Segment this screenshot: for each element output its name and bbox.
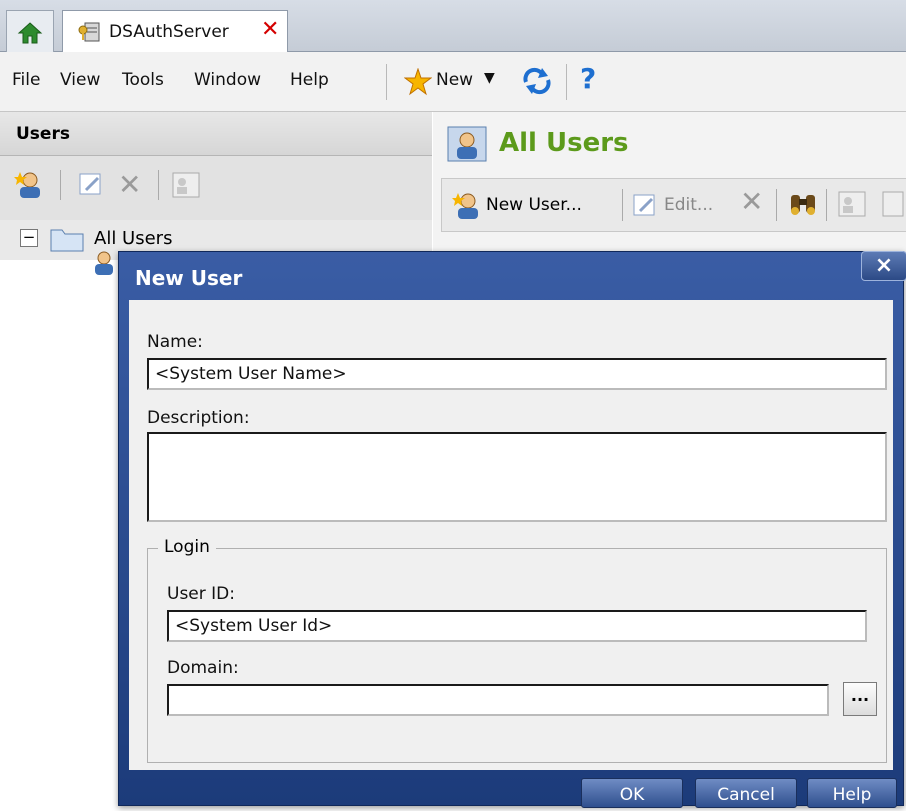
help-question-icon[interactable]: ? <box>580 62 596 95</box>
domain-field[interactable] <box>167 684 829 716</box>
properties-icon[interactable] <box>172 172 200 198</box>
content-toolbar: New User... Edit... ✕ <box>441 178 906 232</box>
new-dropdown-button[interactable]: New ▼ <box>404 64 512 100</box>
properties-icon[interactable] <box>838 191 866 217</box>
description-field[interactable] <box>147 432 887 522</box>
user-id-label: User ID: <box>167 584 235 604</box>
toolbar-separator <box>826 189 827 221</box>
delete-icon[interactable]: ✕ <box>740 185 763 218</box>
toolbar-separator <box>158 170 159 200</box>
new-star-icon <box>404 68 432 96</box>
login-group: Login <box>147 537 887 763</box>
menu-separator <box>386 64 387 100</box>
name-field[interactable]: <System User Name> <box>147 358 887 390</box>
new-user-button[interactable]: New User... <box>452 189 616 223</box>
all-users-folder-icon <box>447 126 487 162</box>
tab-strip: DSAuthServer ✕ <box>0 0 906 52</box>
tree-item-all-users[interactable]: All Users <box>94 228 172 249</box>
close-tab-icon[interactable]: ✕ <box>261 17 279 42</box>
menu-help[interactable]: Help <box>290 70 329 90</box>
binoculars-icon[interactable] <box>788 191 818 217</box>
description-label: Description: <box>147 408 250 428</box>
toolbar-separator <box>776 189 777 221</box>
chevron-down-icon: ▼ <box>484 70 495 86</box>
menu-bar: File View Tools Window Help New ▼ ? <box>0 52 906 112</box>
folder-icon <box>50 229 84 252</box>
user-id-field[interactable]: <System User Id> <box>167 610 867 642</box>
menu-window[interactable]: Window <box>194 70 261 90</box>
toolbar-separator <box>60 170 61 200</box>
name-label: Name: <box>147 332 203 352</box>
new-user-label: New User... <box>486 195 582 215</box>
edit-icon[interactable] <box>78 172 104 198</box>
refresh-icon[interactable] <box>520 66 554 96</box>
toolbar-separator <box>622 189 623 221</box>
home-icon <box>17 22 43 44</box>
dialog-body: Name: <System User Name> Description: Lo… <box>129 300 893 770</box>
menu-file[interactable]: File <box>12 70 40 90</box>
menu-separator <box>566 64 567 100</box>
domain-label: Domain: <box>167 658 239 678</box>
edit-icon <box>633 194 655 216</box>
content-title: All Users <box>499 128 629 158</box>
users-pane-header: Users <box>0 112 432 156</box>
dialog-close-button[interactable]: × <box>861 251 906 281</box>
edit-label: Edit... <box>664 195 714 215</box>
new-label: New <box>436 70 474 90</box>
users-pane-title: Users <box>16 124 70 144</box>
menu-view[interactable]: View <box>60 70 100 90</box>
user-icon[interactable] <box>92 250 116 276</box>
help-button[interactable]: Help <box>807 778 897 808</box>
home-tab[interactable] <box>6 10 54 52</box>
export-icon[interactable] <box>882 191 904 217</box>
tree-collapse-icon[interactable]: − <box>20 229 38 247</box>
ok-button[interactable]: OK <box>581 778 683 808</box>
delete-icon[interactable]: ✕ <box>118 168 141 201</box>
add-user-icon[interactable] <box>14 170 44 200</box>
new-user-dialog: New User × Name: <System User Name> Desc… <box>118 251 906 808</box>
domain-browse-button[interactable]: ... <box>843 682 877 716</box>
document-tab[interactable]: DSAuthServer ✕ <box>62 10 288 52</box>
users-pane-toolbar: ✕ <box>0 156 432 220</box>
cancel-button[interactable]: Cancel <box>695 778 797 808</box>
tab-title: DSAuthServer <box>109 22 229 42</box>
add-user-icon <box>452 193 478 219</box>
server-icon <box>78 22 100 42</box>
login-group-label: Login <box>158 537 216 557</box>
menu-tools[interactable]: Tools <box>122 70 164 90</box>
edit-button[interactable]: Edit... <box>632 189 732 223</box>
dialog-title: New User <box>135 266 243 290</box>
